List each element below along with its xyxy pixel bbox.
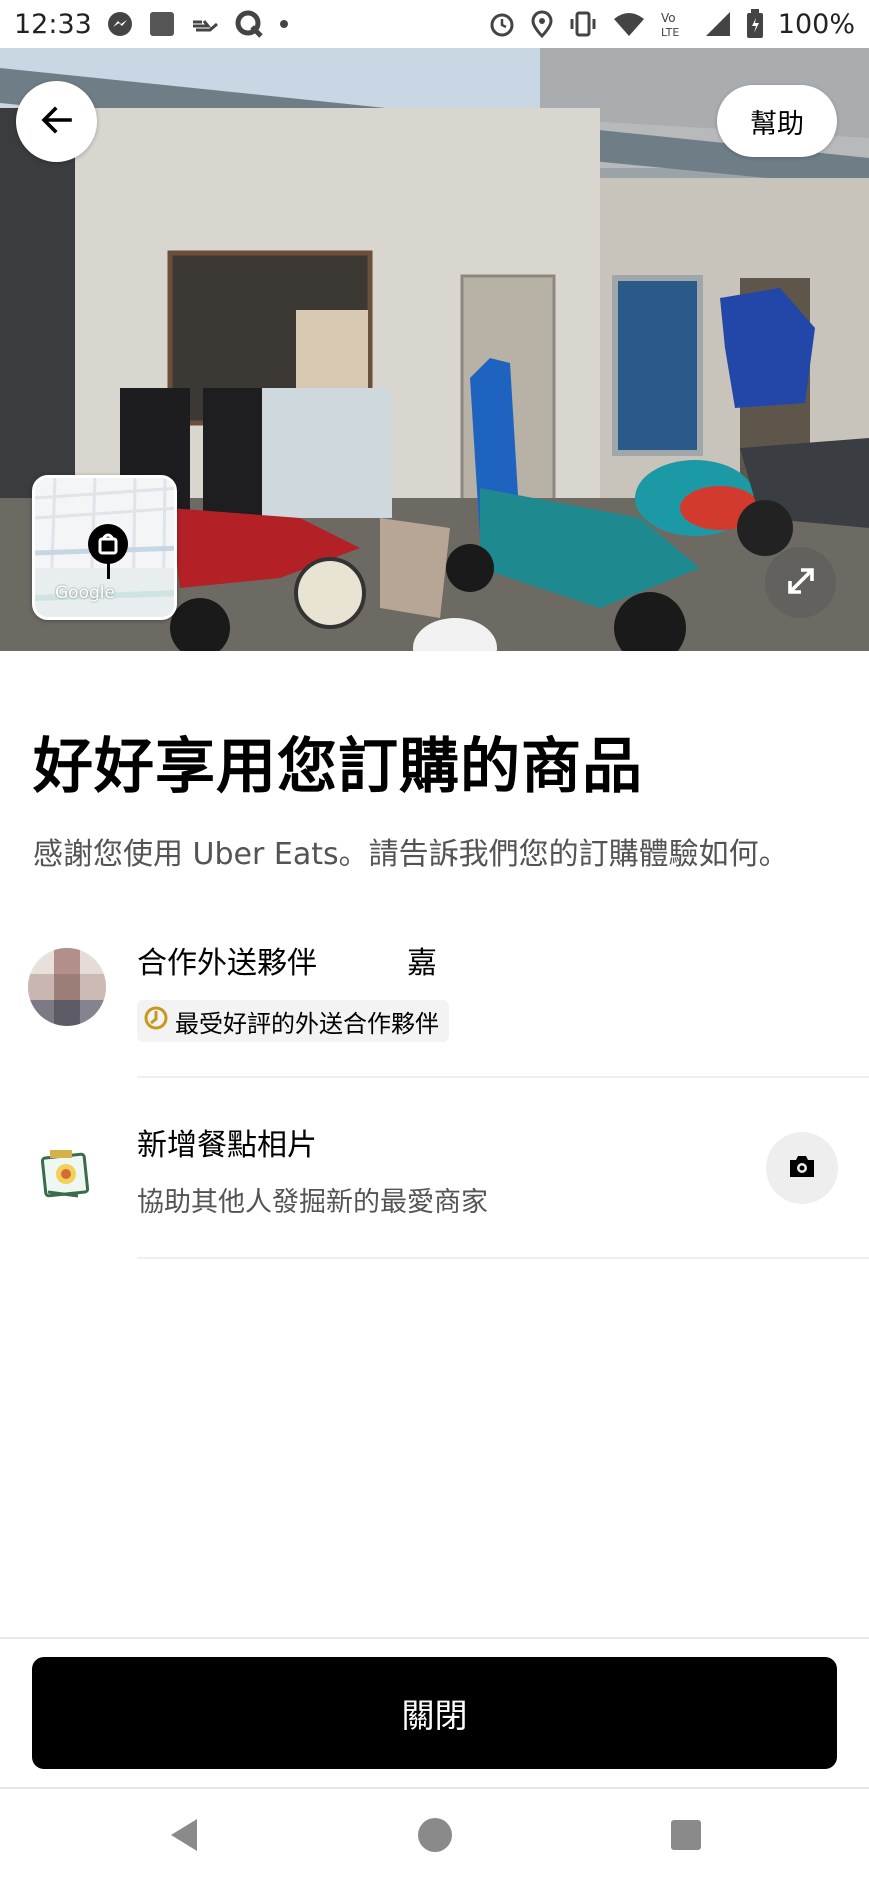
- add-food-photo-row[interactable]: 新增餐點相片 協助其他人發掘新的最愛商家: [0, 1100, 869, 1260]
- dot-icon: [278, 18, 290, 30]
- courier-avatar: [28, 948, 106, 1026]
- rating-badge-icon: [143, 1005, 169, 1037]
- messenger-icon: [106, 10, 134, 38]
- status-time: 12:33: [14, 8, 92, 40]
- badge-label: 最受好評的外送合作夥伴: [175, 1009, 439, 1038]
- square-recents-icon: [670, 1819, 702, 1855]
- battery-percent: 100%: [777, 8, 855, 40]
- back-button[interactable]: [16, 81, 97, 162]
- map-thumbnail[interactable]: Google: [32, 475, 177, 620]
- system-nav-bar: [0, 1787, 869, 1883]
- divider: [137, 1257, 869, 1259]
- food-photo-icon: [38, 1146, 94, 1202]
- arrow-left-icon: [40, 103, 74, 141]
- q-app-icon: [234, 9, 264, 39]
- page-subtitle: 感謝您使用 Uber Eats。請告訴我們您的訂購體驗如何。: [33, 837, 789, 872]
- courier-name: 合作外送夥伴 嘉: [137, 946, 437, 981]
- help-button[interactable]: 幫助: [717, 85, 837, 157]
- footer-divider: [0, 1637, 869, 1639]
- google-watermark: Google: [55, 583, 115, 603]
- gesture-icon: [190, 10, 220, 38]
- page-title: 好好享用您訂購的商品: [33, 732, 643, 802]
- street-view-image[interactable]: 幫助 Google: [0, 48, 869, 651]
- top-rated-badge: 最受好評的外送合作夥伴: [137, 1000, 449, 1042]
- expand-button[interactable]: [765, 547, 836, 618]
- volte-icon: Vo LTE: [660, 9, 690, 39]
- bag-pin-icon: [87, 523, 129, 583]
- svg-text:Vo: Vo: [661, 11, 676, 25]
- vibrate-icon: [568, 10, 598, 38]
- camera-icon: [787, 1153, 817, 1183]
- nav-back-button[interactable]: [156, 1809, 212, 1865]
- add-photo-title: 新增餐點相片: [137, 1128, 317, 1163]
- alarm-icon: [488, 10, 516, 38]
- svg-text:LTE: LTE: [661, 26, 679, 39]
- close-button[interactable]: 關閉: [32, 1657, 837, 1769]
- courier-row[interactable]: 合作外送夥伴 嘉 最受好評的外送合作夥伴: [0, 930, 869, 1078]
- nav-recents-button[interactable]: [658, 1809, 714, 1865]
- battery-icon: [746, 9, 764, 39]
- signal-icon: [704, 10, 732, 38]
- triangle-back-icon: [167, 1816, 201, 1858]
- circle-home-icon: [416, 1816, 454, 1858]
- location-icon: [530, 10, 554, 38]
- camera-button[interactable]: [766, 1132, 838, 1204]
- nav-home-button[interactable]: [407, 1809, 463, 1865]
- add-photo-subtitle: 協助其他人發掘新的最愛商家: [137, 1187, 488, 1218]
- wifi-icon: [612, 10, 646, 38]
- expand-icon: [786, 566, 816, 600]
- divider: [137, 1076, 869, 1078]
- app-square-icon: [148, 10, 176, 38]
- status-bar: 12:33 Vo LTE 100%: [0, 0, 869, 48]
